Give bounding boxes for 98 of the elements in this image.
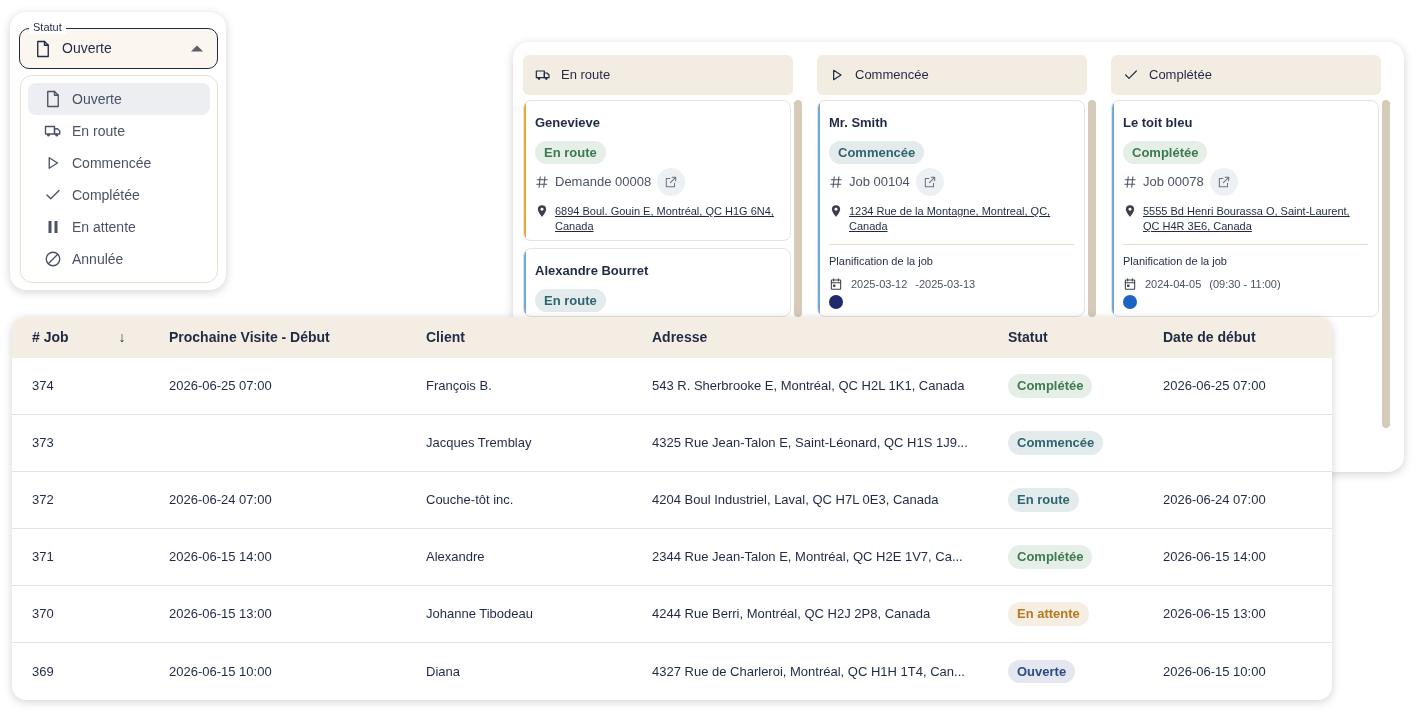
external-link-icon [664, 175, 679, 189]
hash-icon [535, 175, 549, 189]
status-tag: Complétée [1123, 140, 1208, 164]
schedule-label: Planification de la job [1123, 254, 1228, 269]
table-cell: Diana [426, 663, 460, 679]
scrollbar[interactable] [794, 100, 802, 317]
menu-option[interactable]: Complétée [28, 179, 210, 211]
column-header[interactable]: Statut [1008, 327, 1048, 348]
column-title: Commencée [855, 66, 929, 85]
column-title: En route [561, 66, 611, 85]
table-cell: 2026-06-15 10:00 [169, 663, 272, 679]
table-cell: 369 [32, 663, 54, 679]
schedule-time: -2025-03-13 [915, 276, 976, 292]
address-link[interactable]: 1234 Rue de la Montagne, Montreal, QC, Canada [849, 204, 1074, 234]
column-header[interactable]: Adresse [652, 327, 708, 348]
table-cell: 2026-06-25 07:00 [169, 378, 272, 394]
truck-icon [535, 67, 551, 83]
menu-option[interactable]: Annulée [28, 243, 210, 275]
open-link-button[interactable] [657, 168, 686, 196]
client-name: Genevieve [535, 114, 602, 132]
reference-text: Demande 00008 [555, 173, 652, 192]
table-cell: 370 [32, 606, 54, 622]
job-card[interactable]: Alexandre Bourret En route [523, 248, 791, 317]
status-tag: Complétée [1008, 374, 1093, 398]
column-title: Complétée [1149, 66, 1212, 85]
status-tag: En route [535, 288, 606, 312]
external-link-icon [922, 175, 937, 189]
status-tag: En attente [1008, 602, 1089, 626]
reference-text: Job 00078 [1143, 173, 1204, 192]
table-cell: 2026-06-25 07:00 [1163, 378, 1266, 394]
schedule-time: (09:30 - 11:00) [1209, 276, 1281, 292]
table-cell: 4325 Rue Jean-Talon E, Saint-Léonard, QC H1S 1J9... [652, 435, 968, 451]
table-cell: François B. [426, 378, 492, 394]
calendar-icon [829, 276, 843, 291]
table-cell: Alexandre [426, 549, 485, 565]
hash-icon [1123, 175, 1137, 189]
file-icon [44, 90, 62, 108]
table-cell: 2344 Rue Jean-Talon E, Montréal, QC H2E 1V7, Ca... [652, 549, 963, 565]
table-cell: 372 [32, 492, 54, 508]
table-cell: 4327 Rue de Charleroi, Montréal, QC H1H 1T4, Can... [652, 663, 965, 679]
external-link-icon [1216, 175, 1231, 189]
open-link-button[interactable] [1209, 168, 1238, 196]
table-cell: 4244 Rue Berri, Montréal, QC H2J 2P8, Canada [652, 606, 931, 622]
map-pin-icon [1123, 204, 1137, 218]
scrollbar[interactable] [1382, 100, 1390, 428]
job-card[interactable]: Mr. Smith Commencée Job 00104 1234 Rue de la Montagne, Montreal, QC, Canada Planification de la job 2025-03-12 -2025-03-13 [817, 100, 1085, 317]
sort-arrow[interactable]: ↓ [118, 327, 126, 348]
field-label: Statut [29, 20, 66, 34]
column-header[interactable]: Prochaine Visite - Début [169, 327, 330, 348]
reference-text: Job 00104 [849, 173, 910, 192]
menu-option[interactable]: En route [28, 115, 210, 147]
table-cell: 2026-06-15 14:00 [1163, 549, 1266, 565]
ban-icon [44, 250, 62, 268]
table-cell: 543 R. Sherbrooke E, Montréal, QC H2L 1K1, Canada [652, 378, 965, 394]
column-header[interactable]: Client [426, 327, 465, 348]
job-card[interactable]: Le toit bleu Complétée Job 00078 5555 Bd Henri Bourassa O, Saint-Laurent, QC H4R 3E6, Canada Planification de la job 2024-04-05 (09:30 - 11:00) [1111, 100, 1379, 317]
table-cell: 2026-06-15 13:00 [169, 606, 272, 622]
file-icon [34, 39, 52, 58]
selected-value: Ouverte [62, 39, 112, 58]
table-cell: Couche-tôt inc. [426, 492, 514, 508]
status-tag: Commencée [1008, 431, 1104, 455]
status-tag: Ouverte [1008, 659, 1076, 684]
table-cell: 2026-06-15 13:00 [1163, 606, 1266, 622]
schedule-date: 2024-04-05 [1145, 276, 1202, 292]
map-pin-icon [829, 204, 843, 218]
client-name: Mr. Smith [829, 114, 889, 132]
menu-option[interactable]: Commencée [28, 147, 210, 179]
schedule-label: Planification de la job [829, 254, 934, 269]
caret-icon [191, 45, 203, 52]
schedule-date: 2025-03-12 [851, 276, 908, 292]
address-link[interactable]: 6894 Boul. Gouin E, Montréal, QC H1G 6N4, Canada [555, 204, 780, 234]
table-cell: 4204 Boul Industriel, Laval, QC H7L 0E3, Canada [652, 492, 939, 508]
status-tag: Commencée [829, 140, 925, 164]
table-cell: Jacques Tremblay [426, 435, 532, 451]
column-header[interactable]: # Job [32, 327, 69, 348]
status-tag: Complétée [1008, 545, 1093, 569]
table-cell: 373 [32, 435, 54, 451]
open-link-button[interactable] [915, 168, 944, 196]
client-name: Alexandre Bourret [535, 262, 650, 280]
column-header[interactable]: Date de début [1163, 327, 1256, 348]
hash-icon [829, 175, 843, 189]
menu-option[interactable]: En attente [28, 211, 210, 243]
table-cell: 374 [32, 378, 54, 394]
table-cell: 2026-06-24 07:00 [169, 492, 272, 508]
table-cell: Johanne Tibodeau [426, 606, 533, 622]
table-cell: 2026-06-15 14:00 [169, 549, 272, 565]
table-cell: 2026-06-24 07:00 [1163, 492, 1266, 508]
client-name: Le toit bleu [1123, 114, 1194, 132]
status-tag: En route [535, 140, 606, 164]
table-cell: 371 [32, 549, 54, 565]
menu-option[interactable]: Ouverte [28, 83, 210, 115]
map-pin-icon [535, 204, 549, 218]
status-tag: En route [1008, 488, 1079, 512]
address-link[interactable]: 5555 Bd Henri Bourassa O, Saint-Laurent, QC H4R 3E6, Canada [1143, 204, 1368, 234]
calendar-icon [1123, 276, 1137, 291]
table-cell: 2026-06-15 10:00 [1163, 663, 1266, 679]
scrollbar[interactable] [1088, 100, 1096, 317]
job-card[interactable]: Genevieve En route Demande 00008 6894 Boul. Gouin E, Montréal, QC H1G 6N4, Canada [523, 100, 791, 241]
